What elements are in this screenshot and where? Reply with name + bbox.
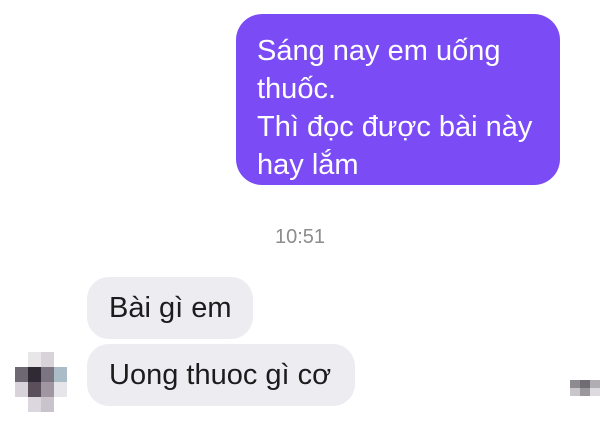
message-line: Sáng nay em uống — [257, 35, 501, 67]
blurred-pixel — [590, 388, 600, 396]
avatar-pixel — [28, 397, 41, 412]
message-text: Bài gì em — [109, 292, 232, 324]
avatar-pixel — [28, 352, 41, 367]
message-text: Uong thuoc gì cơ — [109, 359, 332, 391]
incoming-message-bubble[interactable]: Uong thuoc gì cơ — [87, 344, 355, 406]
avatar[interactable] — [15, 352, 67, 412]
avatar-pixel — [41, 352, 54, 367]
blurred-pixel — [580, 380, 590, 388]
avatar-pixel — [41, 382, 54, 397]
blurred-pixel — [590, 380, 600, 388]
message-line: hay lắm — [257, 149, 359, 181]
avatar-pixel — [54, 382, 67, 397]
avatar-pixel — [28, 382, 41, 397]
incoming-message-bubble[interactable]: Bài gì em — [87, 277, 253, 339]
avatar-pixel — [41, 367, 54, 382]
avatar-pixel — [28, 367, 41, 382]
blurred-icon — [570, 380, 600, 396]
blurred-pixel — [570, 388, 580, 396]
blurred-pixel — [580, 388, 590, 396]
avatar-pixel — [15, 382, 28, 397]
message-timestamp: 10:51 — [274, 226, 326, 248]
message-line: Thì đọc được bài này — [257, 111, 533, 143]
chat-thread: Sáng nay em uống thuốc. Thì đọc được bài… — [0, 0, 600, 441]
blurred-pixel — [570, 380, 580, 388]
avatar-pixel — [15, 367, 28, 382]
avatar-pixel — [54, 367, 67, 382]
outgoing-message-bubble[interactable]: Sáng nay em uống thuốc. Thì đọc được bài… — [236, 14, 560, 185]
avatar-pixel — [41, 397, 54, 412]
message-line: thuốc. — [257, 73, 336, 105]
